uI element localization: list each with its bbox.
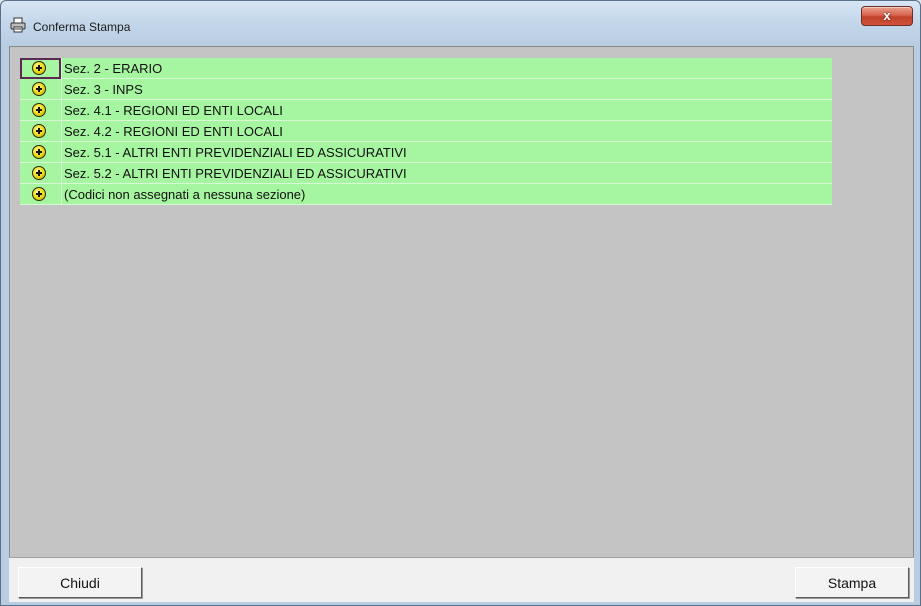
dialog-window: Conferma Stampa x Sez. 2 - ERARIO Sez. 3… — [0, 0, 921, 606]
expand-plus-icon[interactable] — [32, 61, 46, 75]
section-list: Sez. 2 - ERARIO Sez. 3 - INPS Sez. 4.1 -… — [20, 58, 832, 205]
row-divider — [61, 184, 62, 205]
list-item-sez41[interactable]: Sez. 4.1 - REGIONI ED ENTI LOCALI — [20, 100, 832, 121]
list-item-label: Sez. 5.1 - ALTRI ENTI PREVIDENZIALI ED A… — [64, 145, 407, 160]
expand-plus-icon[interactable] — [32, 187, 46, 201]
row-expander-cell[interactable] — [20, 163, 61, 184]
list-item-label: Sez. 4.1 - REGIONI ED ENTI LOCALI — [64, 103, 283, 118]
list-item-label: Sez. 2 - ERARIO — [64, 61, 163, 76]
list-item-label: (Codici non assegnati a nessuna sezione) — [64, 187, 306, 202]
window-title: Conferma Stampa — [33, 20, 131, 34]
row-divider — [61, 79, 62, 100]
list-item-sez3[interactable]: Sez. 3 - INPS — [20, 79, 832, 100]
expand-plus-icon[interactable] — [32, 103, 46, 117]
expand-plus-icon[interactable] — [32, 124, 46, 138]
row-expander-cell[interactable] — [20, 79, 61, 100]
list-item-unassigned[interactable]: (Codici non assegnati a nessuna sezione) — [20, 184, 832, 205]
row-expander-cell[interactable] — [20, 100, 61, 121]
list-item-sez2[interactable]: Sez. 2 - ERARIO — [20, 58, 832, 79]
title-bar[interactable]: Conferma Stampa x — [1, 1, 920, 46]
close-window-button[interactable]: x — [861, 6, 913, 26]
row-divider — [61, 142, 62, 163]
list-item-label: Sez. 3 - INPS — [64, 82, 143, 97]
row-expander-cell[interactable] — [20, 58, 61, 79]
list-item-label: Sez. 5.2 - ALTRI ENTI PREVIDENZIALI ED A… — [64, 166, 407, 181]
list-item-sez52[interactable]: Sez. 5.2 - ALTRI ENTI PREVIDENZIALI ED A… — [20, 163, 832, 184]
row-expander-cell[interactable] — [20, 121, 61, 142]
list-item-sez51[interactable]: Sez. 5.1 - ALTRI ENTI PREVIDENZIALI ED A… — [20, 142, 832, 163]
row-expander-cell[interactable] — [20, 142, 61, 163]
close-icon: x — [883, 8, 891, 23]
button-bar: Chiudi Stampa — [9, 557, 914, 602]
row-divider — [61, 100, 62, 121]
list-item-sez42[interactable]: Sez. 4.2 - REGIONI ED ENTI LOCALI — [20, 121, 832, 142]
row-divider — [61, 58, 62, 79]
expand-plus-icon[interactable] — [32, 166, 46, 180]
expand-plus-icon[interactable] — [32, 82, 46, 96]
printer-icon — [10, 17, 26, 33]
print-button[interactable]: Stampa — [795, 567, 909, 598]
section-tree: Sez. 2 - ERARIO Sez. 3 - INPS Sez. 4.1 -… — [9, 46, 914, 602]
row-expander-cell[interactable] — [20, 184, 61, 205]
expand-plus-icon[interactable] — [32, 145, 46, 159]
row-divider — [61, 163, 62, 184]
row-divider — [61, 121, 62, 142]
list-item-label: Sez. 4.2 - REGIONI ED ENTI LOCALI — [64, 124, 283, 139]
close-button[interactable]: Chiudi — [18, 567, 142, 598]
